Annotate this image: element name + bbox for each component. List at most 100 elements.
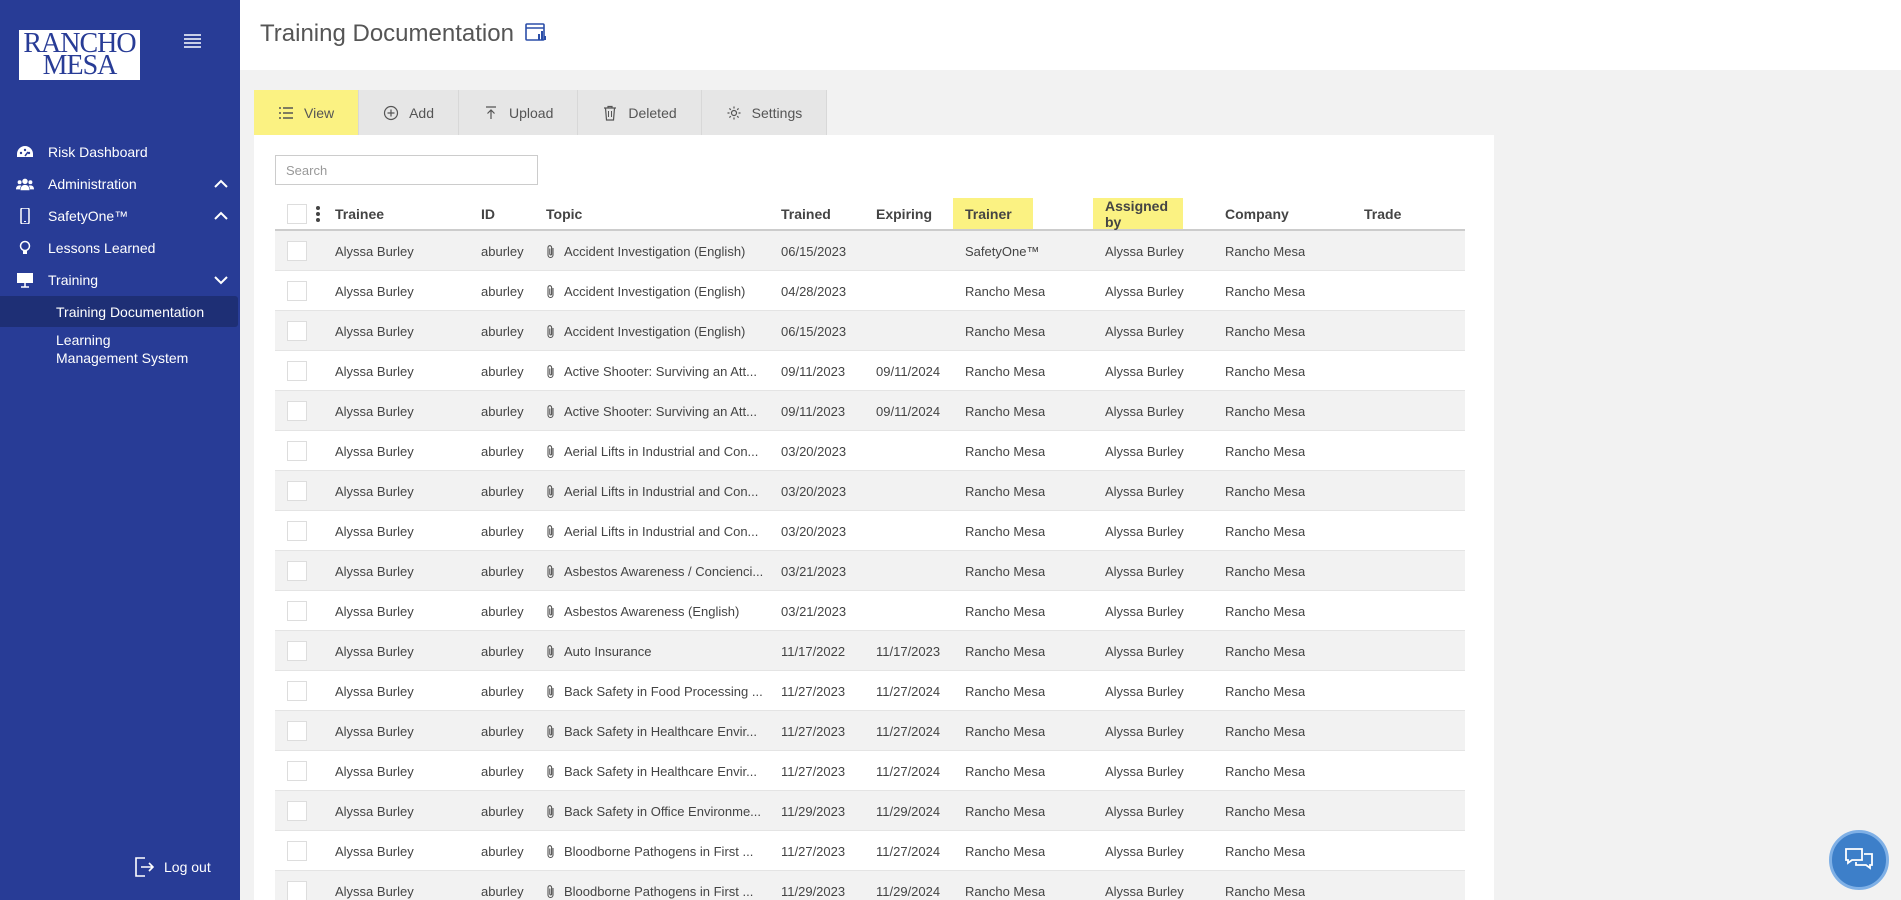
row-checkbox[interactable] [287, 521, 307, 541]
row-checkbox[interactable] [287, 321, 307, 341]
attachment-icon[interactable] [546, 404, 556, 419]
sidebar-subitem-label: Training Documentation [56, 303, 205, 320]
sidebar-item-learning-management-system[interactable]: Learning Management System [0, 327, 240, 367]
attachment-icon[interactable] [546, 444, 556, 459]
table-row[interactable]: Alyssa Burley aburley Asbestos Awareness /… [275, 551, 1465, 591]
row-checkbox[interactable] [287, 801, 307, 821]
table-row[interactable]: Alyssa Burley aburley Accident Investigati… [275, 311, 1465, 351]
sidebar-item-administration[interactable]: Administration [0, 168, 240, 200]
cell-topic: Accident Investigation (English) [546, 271, 766, 311]
attachment-icon[interactable] [546, 244, 556, 259]
attachment-icon[interactable] [546, 604, 556, 619]
tab-add[interactable]: Add [359, 90, 460, 135]
table-row[interactable]: Alyssa Burley aburley Accident Investigati… [275, 271, 1465, 311]
attachment-icon[interactable] [546, 884, 556, 899]
sidebar-item-risk-dashboard[interactable]: Risk Dashboard [0, 136, 240, 168]
cell-assigned-by: Alyssa Burley [1105, 283, 1184, 299]
report-icon[interactable] [525, 22, 547, 44]
attachment-icon[interactable] [546, 524, 556, 539]
sidebar-item-safetyone[interactable]: SafetyOne™ [0, 200, 240, 232]
attachment-icon[interactable] [546, 324, 556, 339]
attachment-icon[interactable] [546, 484, 556, 499]
topic-text: Aerial Lifts in Industrial and Con... [564, 483, 759, 499]
column-header-trained[interactable]: Trained [781, 198, 831, 229]
column-header-assigned-by[interactable]: Assigned by [1093, 198, 1183, 230]
column-header-trainee[interactable]: Trainee [335, 198, 384, 229]
column-header-topic[interactable]: Topic [546, 198, 582, 229]
row-checkbox[interactable] [287, 641, 307, 661]
sidebar-item-lessons-learned[interactable]: Lessons Learned [0, 232, 240, 264]
row-checkbox[interactable] [287, 561, 307, 581]
table-row[interactable]: Alyssa Burley aburley Back Safety in Food … [275, 671, 1465, 711]
sidebar-item-label: Administration [48, 176, 137, 192]
row-checkbox[interactable] [287, 761, 307, 781]
table-row[interactable]: Alyssa Burley aburley Back Safety in Healt… [275, 751, 1465, 791]
chevron-up-icon[interactable] [214, 211, 228, 221]
search-input[interactable] [275, 155, 538, 185]
logout-button[interactable]: Log out [132, 854, 211, 880]
attachment-icon[interactable] [546, 564, 556, 579]
column-header-trade[interactable]: Trade [1364, 198, 1401, 229]
row-checkbox[interactable] [287, 241, 307, 261]
cell-expiring: 11/27/2024 [876, 683, 941, 699]
table-row[interactable]: Alyssa Burley aburley Back Safety in Healt… [275, 711, 1465, 751]
column-header-trainer[interactable]: Trainer [953, 198, 1033, 229]
users-icon [16, 178, 34, 191]
chat-button[interactable] [1829, 830, 1889, 890]
select-all-checkbox[interactable] [287, 204, 307, 224]
rancho-mesa-logo[interactable]: RANCHO MESA [19, 30, 140, 80]
menu-toggle-icon[interactable] [184, 34, 201, 48]
cell-trained: 03/20/2023 [781, 523, 847, 539]
column-options-icon[interactable] [316, 206, 320, 222]
table-row[interactable]: Alyssa Burley aburley Auto Insurance 11/17/… [275, 631, 1465, 671]
cell-company: Rancho Mesa [1225, 883, 1306, 899]
tab-deleted[interactable]: Deleted [578, 90, 702, 135]
row-checkbox[interactable] [287, 401, 307, 421]
row-checkbox[interactable] [287, 721, 307, 741]
attachment-icon[interactable] [546, 284, 556, 299]
cell-company: Rancho Mesa [1225, 603, 1306, 619]
table-row[interactable]: Alyssa Burley aburley Asbestos Awareness (… [275, 591, 1465, 631]
tab-upload[interactable]: Upload [459, 90, 579, 135]
attachment-icon[interactable] [546, 364, 556, 379]
attachment-icon[interactable] [546, 844, 556, 859]
attachment-icon[interactable] [546, 804, 556, 819]
row-checkbox[interactable] [287, 881, 307, 900]
column-header-id[interactable]: ID [481, 198, 495, 229]
table-row[interactable]: Alyssa Burley aburley Accident Investigati… [275, 231, 1465, 271]
attachment-icon[interactable] [546, 724, 556, 739]
tab-view[interactable]: View [254, 90, 360, 135]
row-checkbox[interactable] [287, 841, 307, 861]
cell-trained: 06/15/2023 [781, 323, 847, 339]
table-row[interactable]: Alyssa Burley aburley Active Shooter: Surv… [275, 351, 1465, 391]
cell-assigned-by: Alyssa Burley [1105, 763, 1184, 779]
table-row[interactable]: Alyssa Burley aburley Aerial Lifts in Indu… [275, 431, 1465, 471]
table-row[interactable]: Alyssa Burley aburley Active Shooter: Surv… [275, 391, 1465, 431]
tab-settings[interactable]: Settings [701, 90, 828, 135]
lightbulb-icon [19, 240, 31, 254]
attachment-icon[interactable] [546, 684, 556, 699]
row-checkbox[interactable] [287, 481, 307, 501]
table-row[interactable]: Alyssa Burley aburley Back Safety in Offic… [275, 791, 1465, 831]
row-checkbox[interactable] [287, 681, 307, 701]
row-checkbox[interactable] [287, 281, 307, 301]
cell-company: Rancho Mesa [1225, 803, 1306, 819]
cell-trainee: Alyssa Burley [335, 723, 414, 739]
attachment-icon[interactable] [546, 644, 556, 659]
table-row[interactable]: Alyssa Burley aburley Aerial Lifts in Indu… [275, 511, 1465, 551]
attachment-icon[interactable] [546, 764, 556, 779]
column-header-expiring[interactable]: Expiring [876, 198, 932, 229]
column-header-company[interactable]: Company [1225, 198, 1289, 229]
row-checkbox[interactable] [287, 601, 307, 621]
table-row[interactable]: Alyssa Burley aburley Aerial Lifts in Indu… [275, 471, 1465, 511]
row-checkbox[interactable] [287, 441, 307, 461]
cell-company: Rancho Mesa [1225, 443, 1306, 459]
chevron-down-icon[interactable] [214, 275, 228, 285]
sidebar-item-training-documentation[interactable]: Training Documentation [0, 296, 238, 327]
table-row[interactable]: Alyssa Burley aburley Bloodborne Pathogens… [275, 831, 1465, 871]
row-checkbox[interactable] [287, 361, 307, 381]
table-row[interactable]: Alyssa Burley aburley Bloodborne Pathogens… [275, 871, 1465, 900]
cell-topic: Asbestos Awareness / Concienci... [546, 551, 766, 591]
chevron-up-icon[interactable] [214, 179, 228, 189]
sidebar-item-training[interactable]: Training [0, 264, 240, 296]
